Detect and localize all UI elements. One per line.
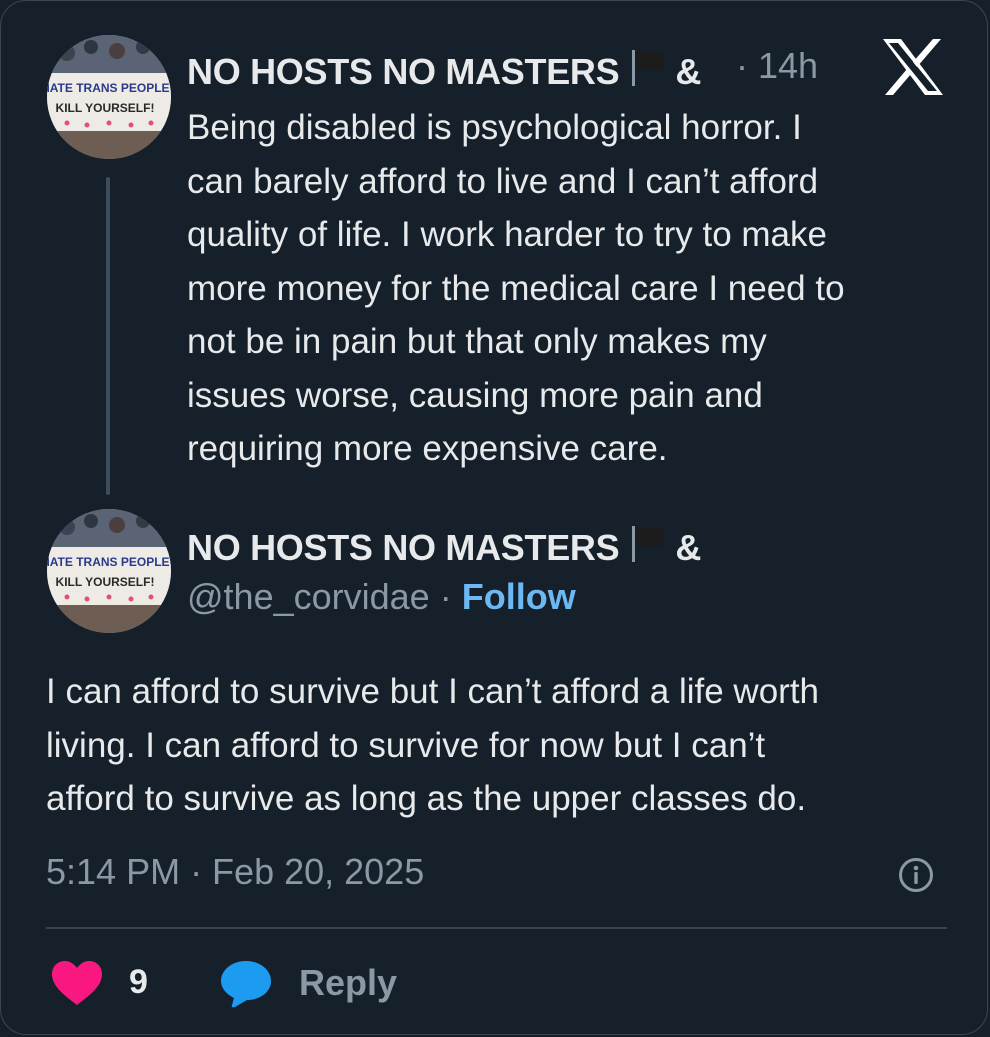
reply-bubble-icon[interactable] bbox=[219, 959, 273, 1009]
divider bbox=[46, 927, 947, 929]
avatar-photo: HATE TRANS PEOPLE? KILL YOURSELF! bbox=[47, 509, 171, 633]
time-ago-value: 14h bbox=[758, 45, 819, 86]
display-name[interactable]: NO HOSTS NO MASTERS bbox=[187, 51, 620, 92]
black-flag-icon bbox=[632, 50, 664, 86]
sign-line-2: KILL YOURSELF! bbox=[56, 101, 155, 115]
post-time-ago[interactable]: · 14h bbox=[736, 48, 818, 84]
parent-post-text: Being disabled is psychological horror. … bbox=[187, 108, 845, 468]
main-post-text: I can afford to survive but I can’t affo… bbox=[46, 672, 820, 818]
sign-line-2: KILL YOURSELF! bbox=[56, 575, 155, 589]
main-display-name-row[interactable]: NO HOSTS NO MASTERS & bbox=[187, 524, 701, 566]
time-separator: · bbox=[736, 45, 748, 86]
post-timestamp[interactable]: 5:14 PM · Feb 20, 2025 bbox=[46, 854, 424, 890]
avatar-photo: HATE TRANS PEOPLE? KILL YOURSELF! bbox=[47, 35, 171, 159]
like-count[interactable]: 9 bbox=[129, 965, 148, 999]
heart-icon[interactable] bbox=[51, 961, 103, 1007]
avatar[interactable]: HATE TRANS PEOPLE? KILL YOURSELF! bbox=[47, 35, 171, 159]
user-handle[interactable]: @the_corvidae bbox=[187, 576, 430, 617]
parent-display-name-row[interactable]: NO HOSTS NO MASTERS & bbox=[187, 48, 701, 90]
handle-separator: · bbox=[439, 576, 452, 617]
name-suffix: & bbox=[675, 51, 702, 92]
black-flag-icon bbox=[632, 526, 664, 562]
info-icon[interactable] bbox=[898, 857, 934, 893]
thread-connector-line bbox=[106, 177, 110, 495]
avatar[interactable]: HATE TRANS PEOPLE? KILL YOURSELF! bbox=[47, 509, 171, 633]
reply-button[interactable]: Reply bbox=[299, 965, 397, 1001]
display-name[interactable]: NO HOSTS NO MASTERS bbox=[187, 527, 620, 568]
handle-row: @the_corvidae · Follow bbox=[187, 579, 576, 615]
follow-button[interactable]: Follow bbox=[462, 576, 576, 617]
post-embed-card: HATE TRANS PEOPLE? KILL YOURSELF! NO HOS… bbox=[0, 0, 988, 1035]
sign-line-1: HATE TRANS PEOPLE? bbox=[47, 555, 171, 569]
x-logo-icon[interactable] bbox=[881, 37, 945, 97]
sign-line-1: HATE TRANS PEOPLE? bbox=[47, 81, 171, 95]
name-suffix: & bbox=[675, 527, 702, 568]
